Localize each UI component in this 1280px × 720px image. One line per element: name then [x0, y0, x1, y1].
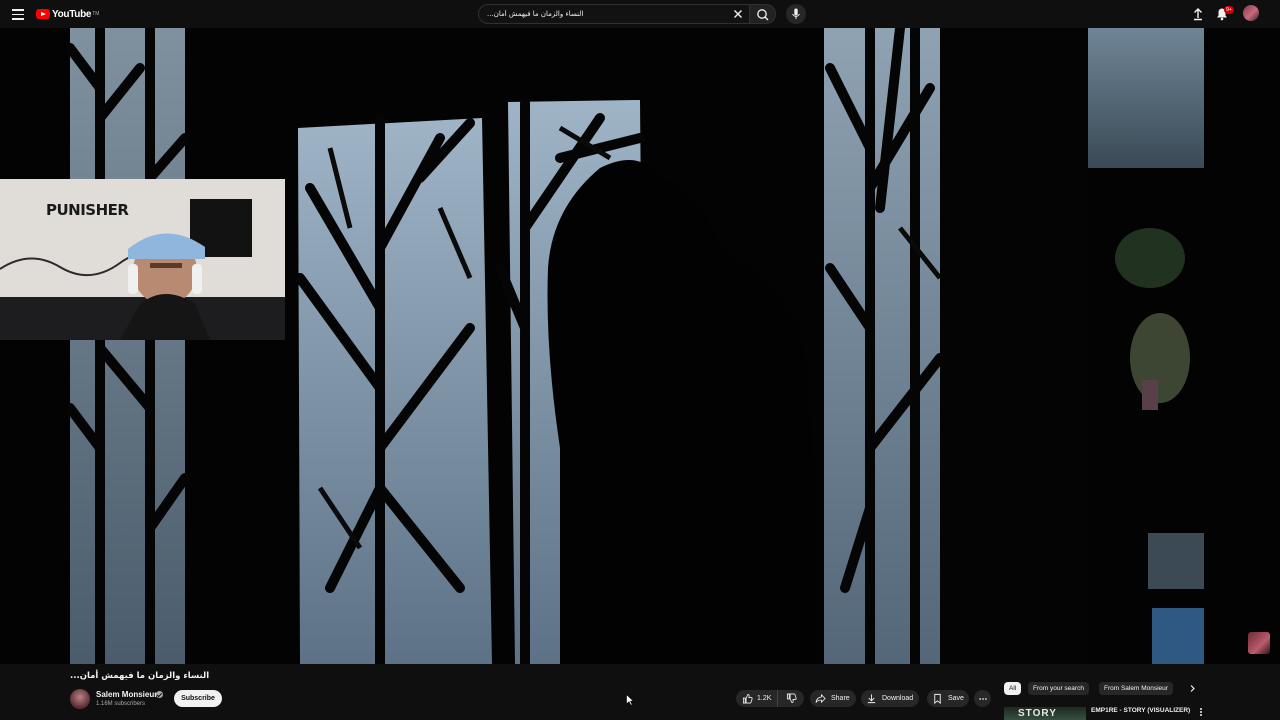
more-horizontal-icon [978, 697, 987, 700]
subscribe-button[interactable]: Subscribe [174, 690, 222, 707]
masthead: YouTube TM 9+ [0, 0, 1280, 28]
thumbs-up-icon [742, 693, 753, 704]
dislike-button[interactable] [778, 690, 804, 707]
save-label: Save [948, 695, 964, 702]
notification-count-badge: 9+ [1224, 6, 1234, 14]
chip-from-your-search[interactable]: From your search [1028, 682, 1089, 695]
chip-all[interactable]: All [1004, 682, 1022, 695]
youtube-logo[interactable]: YouTube TM [36, 7, 99, 21]
clear-search-icon[interactable] [732, 8, 744, 20]
video-info-bar: ...النساء والزمان ما فيهمش أمان Salem Mo… [0, 664, 1280, 720]
channel-name[interactable]: Salem Monsieur [96, 690, 157, 699]
logo-trademark: TM [92, 11, 100, 17]
recommendation-title[interactable]: EMP1RE - STORY (VISUALIZER) [1091, 707, 1190, 714]
verified-badge-icon [156, 691, 163, 698]
search-icon [757, 9, 769, 21]
chevron-right-icon[interactable] [1186, 682, 1199, 695]
like-button[interactable]: 1.2K [736, 690, 778, 707]
mouse-cursor-icon [626, 694, 634, 706]
subscriber-count: 1.16M subscribers [96, 701, 146, 707]
video-player[interactable]: PUNISHER [0, 28, 1280, 664]
upload-icon[interactable] [1190, 6, 1206, 22]
share-icon [815, 693, 826, 704]
webcam-poster-text: PUNISHER [46, 201, 129, 219]
logo-text: YouTube [52, 8, 92, 20]
like-count: 1.2K [757, 695, 772, 702]
account-avatar[interactable] [1243, 5, 1259, 21]
webcam-overlay: PUNISHER [0, 179, 285, 340]
channel-watermark[interactable] [1248, 632, 1270, 654]
voice-search-button[interactable] [786, 4, 806, 24]
thumbnail-text: STORY [1018, 708, 1057, 719]
chip-from-channel[interactable]: From Salem Monsieur [1099, 682, 1173, 695]
more-vertical-icon[interactable] [1198, 707, 1204, 719]
video-title: ...النساء والزمان ما فيهمش أمان [70, 671, 210, 681]
download-button[interactable]: Download [861, 690, 919, 707]
download-icon [867, 694, 876, 704]
bookmark-icon [934, 693, 941, 704]
save-button[interactable]: Save [927, 690, 969, 707]
video-frame [0, 28, 1280, 664]
youtube-play-icon [36, 9, 50, 19]
thumbs-down-icon [786, 693, 797, 704]
search-button[interactable] [750, 4, 776, 24]
share-label: Share [831, 695, 850, 702]
recommendation-thumbnail[interactable]: STORY [1004, 707, 1086, 720]
share-button[interactable]: Share [810, 690, 856, 707]
more-actions-button[interactable] [974, 690, 991, 707]
search-input[interactable] [487, 5, 727, 23]
webcam-feed [0, 179, 285, 340]
download-label: Download [882, 695, 914, 702]
like-dislike-group: 1.2K [736, 690, 804, 707]
microphone-icon [792, 8, 800, 19]
search-box [478, 4, 750, 24]
channel-avatar[interactable] [70, 689, 90, 709]
menu-icon[interactable] [10, 6, 26, 22]
